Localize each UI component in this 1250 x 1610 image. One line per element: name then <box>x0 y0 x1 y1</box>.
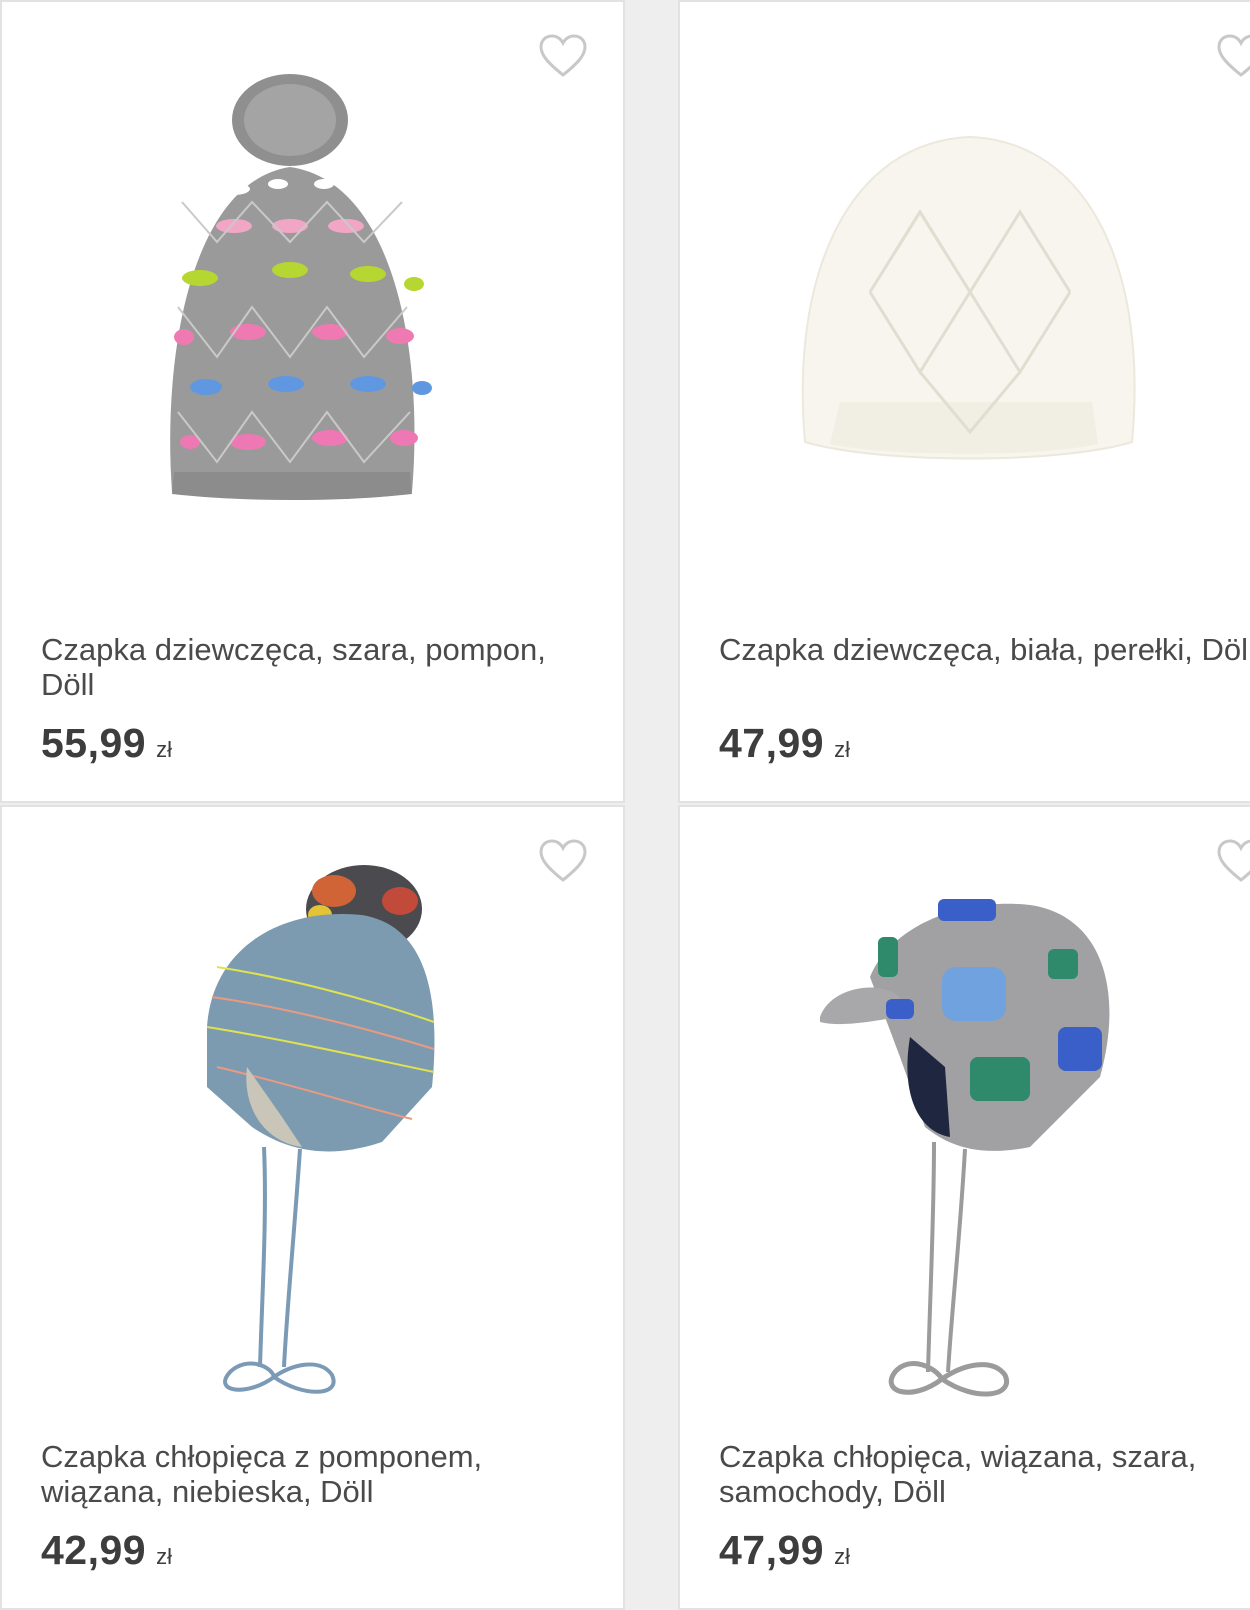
product-image[interactable] <box>2 52 623 592</box>
price-amount: 42,99 <box>41 1527 147 1573</box>
price-amount: 55,99 <box>41 720 147 766</box>
price-currency: zł <box>156 737 172 762</box>
price-currency: zł <box>834 1544 850 1569</box>
price-currency: zł <box>834 737 850 762</box>
product-title[interactable]: Czapka chłopięca z pomponem, wiązana, ni… <box>41 1439 601 1509</box>
product-price: 47,99 zł <box>719 1527 850 1574</box>
product-card[interactable]: Czapka dziewczęca, biała, perełki, Döll … <box>678 0 1250 803</box>
product-card[interactable]: Czapka dziewczęca, szara, pompon, Döll 5… <box>0 0 625 803</box>
product-image[interactable] <box>2 857 623 1397</box>
price-amount: 47,99 <box>719 720 825 766</box>
product-card[interactable]: Czapka chłopięca, wiązana, szara, samoch… <box>678 805 1250 1610</box>
product-title[interactable]: Czapka chłopięca, wiązana, szara, samoch… <box>719 1439 1250 1509</box>
product-price: 47,99 zł <box>719 720 850 767</box>
product-title[interactable]: Czapka dziewczęca, biała, perełki, Döll <box>719 632 1250 667</box>
product-price: 55,99 zł <box>41 720 172 767</box>
price-currency: zł <box>156 1544 172 1569</box>
product-price: 42,99 zł <box>41 1527 172 1574</box>
product-grid: Czapka dziewczęca, szara, pompon, Döll 5… <box>0 0 1250 1610</box>
product-image[interactable] <box>680 52 1250 592</box>
product-image[interactable] <box>680 857 1250 1397</box>
price-amount: 47,99 <box>719 1527 825 1573</box>
product-title[interactable]: Czapka dziewczęca, szara, pompon, Döll <box>41 632 601 702</box>
product-card[interactable]: Czapka chłopięca z pomponem, wiązana, ni… <box>0 805 625 1610</box>
